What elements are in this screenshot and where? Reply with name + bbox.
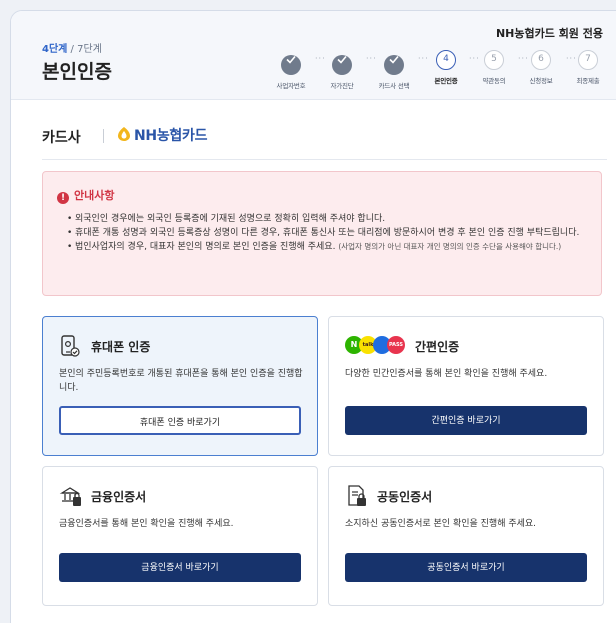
card-company-label: 카드사 (42, 130, 81, 146)
finance-cert-card[interactable]: 금융인증서 금융인증서를 통해 본인 확인을 진행해 주세요. 금융인증서 바로… (42, 466, 318, 606)
notice-list: 외국인인 경우에는 외국인 등록증에 기재된 성명으로 정확히 입력해 주셔야 … (67, 212, 587, 254)
auth-panel: 4단계 / 7단계 본인인증 NH농협카드 회원 전용 사업자번호 ··· 자가… (10, 10, 616, 623)
section-divider (42, 159, 607, 160)
phone-auth-button[interactable]: 휴대폰 인증 바로가기 (59, 406, 301, 435)
notice-small-note: (사업자 명의가 아닌 대표자 개인 명의의 인증 수단을 사용해야 합니다.) (338, 242, 562, 251)
joint-cert-button[interactable]: 공동인증서 바로가기 (345, 553, 587, 582)
simple-auth-title: 간편인증 (415, 340, 460, 354)
notice-item-text: 외국인인 경우에는 외국인 등록증에 기재된 성명으로 정확히 입력해 주셔야 … (75, 214, 386, 224)
step-number: 5 (484, 50, 504, 70)
notice-item-text: 법인사업자의 경우, 대표자 본인의 명의로 본인 인증을 진행해 주세요. (75, 242, 336, 252)
phone-auth-card[interactable]: 휴대폰 인증 본인의 주민등록번호로 개통된 휴대폰을 통해 본인 인증을 진행… (42, 316, 318, 456)
finance-cert-desc: 금융인증서를 통해 본인 확인을 진행해 주세요. (59, 519, 234, 529)
simple-auth-desc: 다양한 민간인증서를 통해 본인 확인을 진행해 주세요. (345, 369, 548, 379)
notice-item: 휴대폰 개통 성명과 외국인 등록증상 성명이 다른 경우, 휴대폰 통신사 또… (67, 226, 587, 240)
notice-title: ! 안내사항 (57, 187, 114, 204)
nh-logo-icon (118, 127, 130, 141)
step-label: 최종제출 (576, 77, 600, 85)
total-steps: / 7단계 (70, 44, 102, 55)
notice-title-text: 안내사항 (74, 189, 115, 202)
phone-auth-desc: 본인의 주민등록번호로 개통된 휴대폰을 통해 본인 인증을 진행합니다. (59, 369, 303, 393)
simple-auth-card[interactable]: N talk PASS 간편인증 다양한 민간인증서를 통해 본인 확인을 진행… (328, 316, 604, 456)
step-7: 7 최종제출 (553, 50, 616, 85)
check-icon (332, 55, 352, 75)
step-number: 4 (436, 50, 456, 70)
check-icon (384, 55, 404, 75)
finance-cert-button[interactable]: 금융인증서 바로가기 (59, 553, 301, 582)
joint-cert-icon (348, 485, 366, 506)
step-number: 6 (531, 50, 551, 70)
page-header: 4단계 / 7단계 본인인증 NH농협카드 회원 전용 사업자번호 ··· 자가… (11, 11, 616, 100)
joint-cert-title: 공동인증서 (377, 490, 433, 504)
notice-item-text: 휴대폰 개통 성명과 외국인 등록증상 성명이 다른 경우, 휴대폰 통신사 또… (75, 228, 580, 238)
page-title: 본인인증 (42, 61, 112, 83)
brand-name: NH농협카드 (134, 128, 208, 144)
step-number: 7 (578, 50, 598, 70)
pass-icon: PASS (387, 336, 405, 354)
check-icon (281, 55, 301, 75)
phone-auth-title: 휴대폰 인증 (91, 340, 151, 354)
simple-auth-button[interactable]: 간편인증 바로가기 (345, 406, 587, 435)
alert-icon: ! (57, 192, 69, 204)
step-indicator: 4단계 / 7단계 (42, 40, 102, 55)
current-step: 4단계 (42, 44, 68, 55)
notice-item: 법인사업자의 경우, 대표자 본인의 명의로 본인 인증을 진행해 주세요. (… (67, 240, 587, 254)
joint-cert-desc: 소지하신 공동인증서로 본인 확인을 진행해 주세요. (345, 519, 537, 529)
simple-auth-providers: N talk PASS (345, 336, 411, 356)
joint-cert-card[interactable]: 공동인증서 소지하신 공동인증서로 본인 확인을 진행해 주세요. 공동인증서 … (328, 466, 604, 606)
finance-cert-title: 금융인증서 (91, 490, 147, 504)
phone-icon (61, 335, 80, 357)
notice-item: 외국인인 경우에는 외국인 등록증에 기재된 성명으로 정확히 입력해 주셔야 … (67, 212, 587, 226)
divider (103, 129, 104, 143)
member-only-label: NH농협카드 회원 전용 (495, 27, 603, 40)
notice-box: ! 안내사항 외국인인 경우에는 외국인 등록증에 기재된 성명으로 정확히 입력… (42, 171, 602, 296)
finance-cert-icon (59, 487, 81, 506)
